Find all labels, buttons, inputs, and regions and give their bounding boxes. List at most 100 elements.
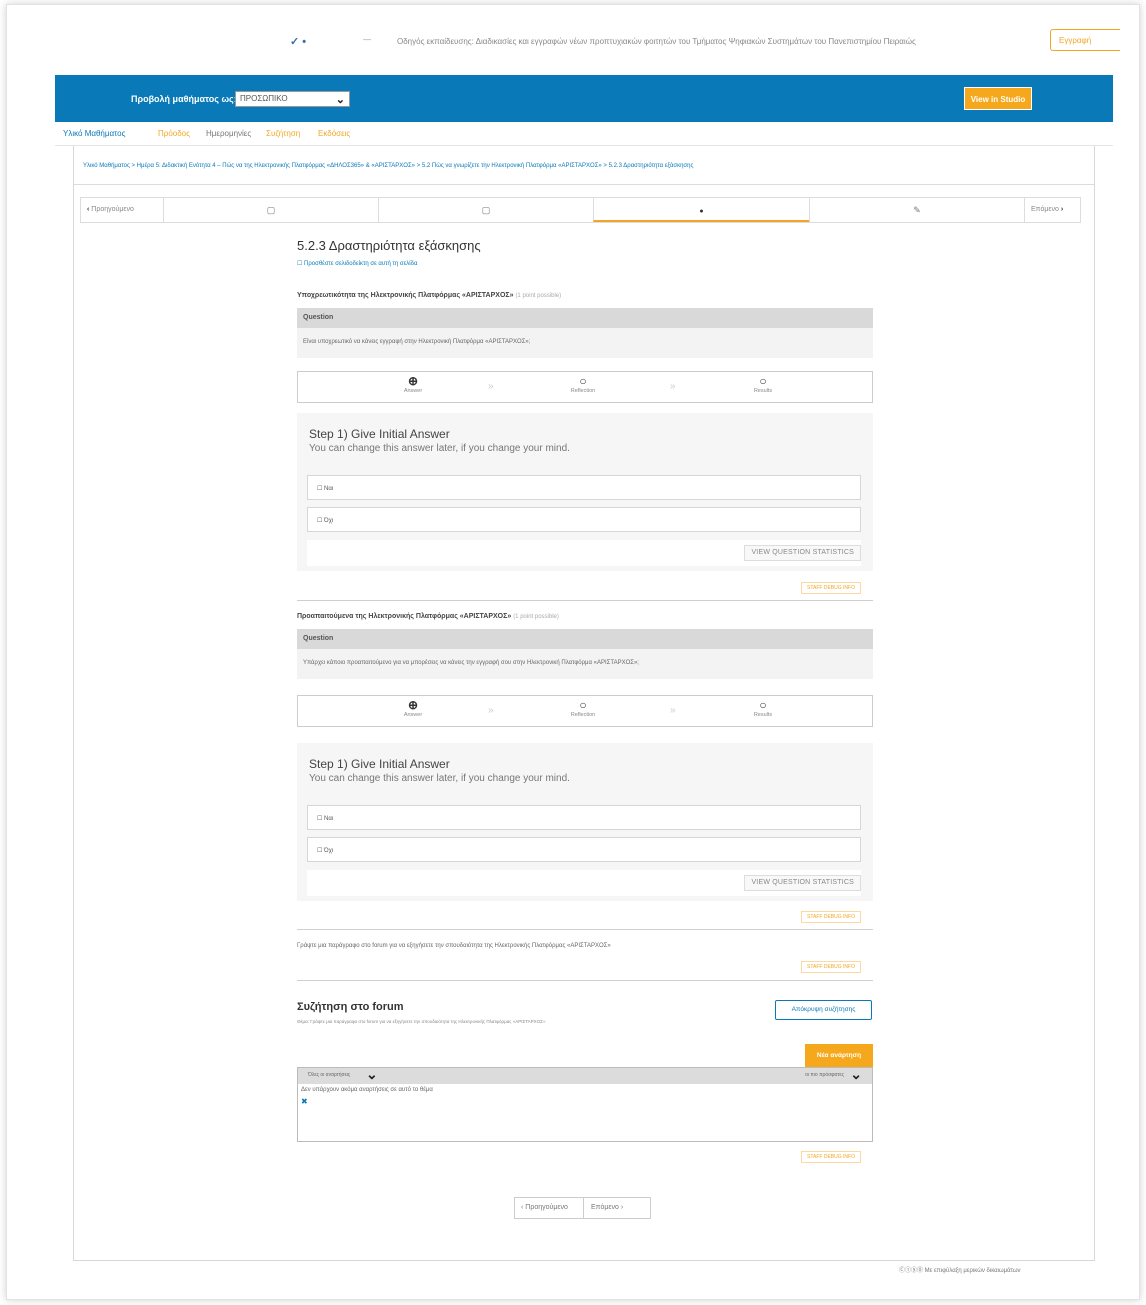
staff-debug-button[interactable]: STAFF DEBUG INFO (801, 961, 861, 973)
tab-dates[interactable]: Ημερομηνίες (206, 129, 251, 138)
sequence-unit-4[interactable]: ✎ (809, 198, 1024, 222)
sequence-next-button[interactable]: Επόμενο › (1024, 198, 1082, 222)
double-chevron-icon: » (670, 705, 676, 716)
forum-filter-bar: Όλες οι αναρτήσεις ⌄ οι πιο πρόσφατες ⌄ (298, 1066, 872, 1084)
step-reflection: ○ Reflection (548, 698, 618, 719)
double-chevron-icon: » (670, 381, 676, 392)
forum-prompt: Γράψτε μια παράγραφο στο forum για να εξ… (297, 943, 611, 949)
view-as-select[interactable]: ΠΡΟΣΩΠΙΚΟ ⌄ (235, 91, 350, 107)
register-button[interactable]: Εγγραφή (1050, 29, 1120, 51)
step-heading: Step 1) Give Initial Answer (309, 427, 450, 441)
sequence-unit-1[interactable]: ▢ (163, 198, 378, 222)
divider (297, 980, 873, 981)
step-label: Reflection (570, 388, 596, 394)
staff-view-bar: Προβολή μαθήματος ως: ΠΡΟΣΩΠΙΚΟ ⌄ View i… (55, 75, 1113, 122)
bottom-next-button[interactable]: Επόμενο › (585, 1198, 650, 1218)
chevron-down-icon[interactable]: ⌄ (366, 1066, 378, 1083)
document-icon: ▢ (266, 205, 276, 215)
step-subtitle: You can change this answer later, if you… (309, 443, 570, 454)
step-label: Results (753, 388, 773, 394)
view-question-statistics-button[interactable]: VIEW QUESTION STATISTICS (744, 875, 861, 891)
step-pending-icon: ○ (579, 698, 587, 712)
step-current-icon: ⊕ (407, 374, 419, 388)
divider (297, 600, 873, 601)
hide-discussion-button[interactable]: Απόκρυψη συζήτησης (775, 1000, 872, 1020)
problem-points: (1 point possible) (513, 614, 559, 620)
step-answer: ⊕ Answer (378, 374, 448, 395)
bookmark-button[interactable]: ☐ Προσθέστε σελιδοδείκτη σε αυτή τη σελί… (297, 260, 873, 267)
answer-step: Step 1) Give Initial Answer You can chan… (297, 413, 873, 571)
stats-row: VIEW QUESTION STATISTICS (307, 870, 861, 896)
problem-title: Υποχρεωτικότητα της Ηλεκτρονικής Πλατφόρ… (297, 292, 561, 299)
step-label: Reflection (570, 712, 596, 718)
answer-option-yes[interactable]: ☐ Ναι (307, 475, 861, 500)
breadcrumb[interactable]: Υλικό Μαθήματος > Ημέρα 5: Διδακτική Ενό… (74, 146, 1094, 185)
tab-course[interactable]: Υλικό Μαθήματος (63, 129, 125, 138)
sequence-unit-3[interactable]: ● (593, 198, 809, 222)
bottom-prev-button[interactable]: ‹ Προηγούμενο (515, 1198, 584, 1218)
tab-updates[interactable]: Εκδόσεις (318, 129, 350, 138)
step-pending-icon: ○ (759, 698, 767, 712)
sequence-unit-2[interactable]: ▢ (378, 198, 593, 222)
step-answer: ⊕ Answer (378, 698, 448, 719)
chevron-right-icon: › (1060, 206, 1064, 213)
view-question-statistics-button[interactable]: VIEW QUESTION STATISTICS (744, 545, 861, 561)
license-notice[interactable]: Ⓒ①⑤⓪ Με επιφύλαξη μερικών δικαιωμάτων (899, 1265, 1021, 1274)
staff-debug-button[interactable]: STAFF DEBUG INFO (801, 911, 861, 923)
answer-option-no[interactable]: ☐ Όχι (307, 837, 861, 862)
new-post-button[interactable]: Νέα ανάρτηση (805, 1044, 873, 1067)
answer-step: Step 1) Give Initial Answer You can chan… (297, 743, 873, 901)
unit-content: 5.2.3 Δραστηριότητα εξάσκησης ☐ Προσθέστ… (297, 238, 873, 1163)
question-text: Υπάρχει κάποιο προαπαιτούμενο για να μπο… (297, 649, 873, 679)
double-chevron-icon: » (488, 381, 494, 392)
staff-debug-button[interactable]: STAFF DEBUG INFO (801, 1151, 861, 1163)
step-results: ○ Results (728, 698, 798, 719)
double-chevron-icon: » (488, 705, 494, 716)
filter-posts-select[interactable]: Όλες οι αναρτήσεις (308, 1072, 350, 1078)
divider (297, 929, 873, 930)
course-content: Υλικό Μαθήματος > Ημέρα 5: Διδακτική Ενό… (73, 146, 1095, 1261)
course-title: Οδηγός εκπαίδευσης: Διαδικασίες και εγγρ… (397, 37, 916, 46)
tab-progress[interactable]: Πρόοδος (158, 129, 190, 138)
view-as-label: Προβολή μαθήματος ως: (131, 94, 237, 104)
close-icon[interactable]: ✖ (301, 1097, 308, 1106)
sequence-next-label: Επόμενο (1031, 206, 1059, 213)
chevron-left-icon: ‹ (87, 206, 90, 213)
answer-option-no[interactable]: ☐ Όχι (307, 507, 861, 532)
header-dash: — (363, 35, 371, 44)
forum-posts: Όλες οι αναρτήσεις ⌄ οι πιο πρόσφατες ⌄ … (297, 1066, 873, 1142)
stats-row: VIEW QUESTION STATISTICS (307, 540, 861, 566)
answer-option-yes[interactable]: ☐ Ναι (307, 805, 861, 830)
step-reflection: ○ Reflection (548, 374, 618, 395)
step-label: Results (753, 712, 773, 718)
step-current-icon: ⊕ (407, 698, 419, 712)
problem-title-text: Υποχρεωτικότητα της Ηλεκτρονικής Πλατφόρ… (297, 292, 514, 299)
question-header: Question (297, 308, 873, 328)
problem-title-text: Προαπαιτούμενα της Ηλεκτρονικής Πλατφόρμ… (297, 613, 512, 620)
no-posts-message: Δεν υπάρχουν ακόμα αναρτήσεις σε αυτό το… (301, 1087, 433, 1093)
step-pending-icon: ○ (759, 374, 767, 388)
step-label: Answer (403, 388, 423, 394)
chevron-down-icon: ⌄ (335, 94, 345, 106)
tab-discussion[interactable]: Συζήτηση (266, 129, 300, 138)
forum-topic: Θέμα: Γράψτε μια παράγραφο στο forum για… (297, 1019, 546, 1024)
logo[interactable]: ✓ • (290, 35, 306, 48)
step-subtitle: You can change this answer later, if you… (309, 773, 570, 784)
course-tabs: Υλικό Μαθήματος Πρόοδος Ημερομηνίες Συζή… (55, 122, 1113, 146)
step-heading: Step 1) Give Initial Answer (309, 757, 450, 771)
question-header: Question (297, 629, 873, 649)
view-in-studio-button[interactable]: View in Studio (964, 87, 1032, 110)
problem-points: (1 point possible) (515, 293, 562, 299)
bottom-sequence-nav: ‹ Προηγούμενο Επόμενο › (514, 1197, 651, 1219)
question-text: Είναι υποχρεωτικό να κάνεις εγγραφή στην… (297, 328, 873, 358)
problem-icon: ● (699, 208, 704, 215)
sort-posts-select[interactable]: οι πιο πρόσφατες (805, 1072, 844, 1078)
browser-frame: ✓ • — Οδηγός εκπαίδευσης: Διαδικασίες κα… (6, 4, 1140, 1300)
chevron-down-icon[interactable]: ⌄ (850, 1066, 862, 1083)
sequence-nav: ‹ Προηγούμενο ▢ ▢ ● ✎ Επόμενο › (80, 197, 1081, 223)
document-icon: ▢ (481, 205, 491, 215)
forum-title: Συζήτηση στο forum (297, 1001, 404, 1013)
staff-debug-button[interactable]: STAFF DEBUG INFO (801, 582, 861, 594)
sequence-prev-button[interactable]: ‹ Προηγούμενο (87, 198, 163, 222)
step-pending-icon: ○ (579, 374, 587, 388)
